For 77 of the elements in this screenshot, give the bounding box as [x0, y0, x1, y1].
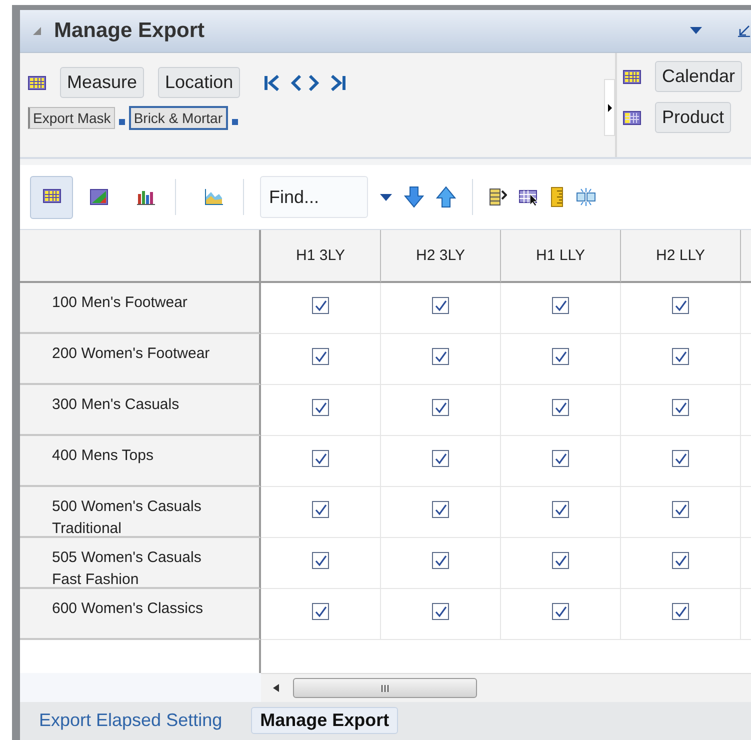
row-header: 300 Men's Casuals — [20, 385, 261, 436]
splitter-handle[interactable] — [604, 79, 615, 136]
row-header: 500 Women's Casuals Traditional — [20, 487, 261, 538]
expand-icon[interactable] — [608, 104, 612, 112]
panel-title: Manage Export — [54, 19, 206, 43]
checkbox[interactable] — [432, 501, 449, 518]
checkbox[interactable] — [552, 297, 569, 314]
checkbox[interactable] — [672, 399, 689, 416]
dimension-tile[interactable]: Location — [158, 67, 240, 98]
columns-icon[interactable] — [489, 187, 507, 207]
scroll-left-icon[interactable] — [273, 684, 279, 692]
checkbox[interactable] — [552, 501, 569, 518]
checkbox[interactable] — [432, 552, 449, 569]
dimension-tile[interactable]: Measure — [60, 67, 144, 98]
checkbox[interactable] — [312, 603, 329, 620]
checkbox[interactable] — [312, 399, 329, 416]
checkbox[interactable] — [672, 450, 689, 467]
checkbox[interactable] — [552, 603, 569, 620]
collapse-icon[interactable] — [32, 26, 42, 36]
bar-chart-icon — [136, 189, 154, 205]
checkbox[interactable] — [552, 552, 569, 569]
checkbox[interactable] — [432, 603, 449, 620]
row-header: 200 Women's Footwear — [20, 334, 261, 385]
grid-icon — [42, 189, 60, 205]
mask-tile[interactable]: Brick & Mortar — [128, 106, 228, 130]
checkbox[interactable] — [312, 552, 329, 569]
handle-icon[interactable] — [232, 119, 238, 125]
arrow-down-icon[interactable] — [404, 186, 424, 208]
tab[interactable]: Export Elapsed Setting — [30, 706, 232, 734]
mask-tile[interactable]: Export Mask — [28, 107, 115, 129]
grid-icon — [28, 76, 46, 90]
checkbox[interactable] — [432, 450, 449, 467]
row-header: 505 Women's Casuals Fast Fashion — [20, 538, 261, 589]
dimension-tile[interactable]: Product — [655, 102, 732, 133]
checkbox[interactable] — [312, 501, 329, 518]
dropdown-icon[interactable] — [690, 27, 702, 35]
column-header: H2 LLY — [621, 230, 741, 283]
checkbox[interactable] — [552, 348, 569, 365]
previous-icon[interactable] — [290, 74, 302, 90]
checkbox[interactable] — [672, 501, 689, 518]
grid-chart-icon — [90, 189, 108, 205]
checkbox[interactable] — [432, 297, 449, 314]
grid-icon — [623, 110, 641, 124]
tab[interactable]: Manage Export — [251, 706, 398, 734]
checkbox[interactable] — [432, 348, 449, 365]
checkbox[interactable] — [312, 450, 329, 467]
grip-icon — [380, 684, 390, 692]
checkbox[interactable] — [432, 399, 449, 416]
handle-icon[interactable] — [118, 119, 125, 125]
row-header: 100 Men's Footwear — [20, 283, 261, 334]
split-cells-icon[interactable] — [575, 187, 597, 207]
find-field[interactable]: Find... — [260, 176, 368, 218]
checkbox[interactable] — [552, 450, 569, 467]
column-header: H1 3LY — [261, 230, 381, 283]
checkbox[interactable] — [672, 603, 689, 620]
grid-icon — [623, 70, 641, 84]
horizontal-scrollbar[interactable] — [261, 673, 751, 702]
checkbox[interactable] — [672, 348, 689, 365]
dimension-tile[interactable]: Calendar — [655, 61, 742, 92]
ruler-icon[interactable] — [551, 187, 563, 207]
next-icon[interactable] — [308, 74, 320, 90]
column-header: H2 3LY — [381, 230, 501, 283]
area-chart-icon — [204, 189, 222, 205]
row-header: 400 Mens Tops — [20, 436, 261, 487]
row-header: 600 Women's Classics — [20, 589, 261, 640]
checkbox[interactable] — [552, 399, 569, 416]
grid-cursor-icon[interactable] — [519, 188, 539, 206]
arrow-up-icon[interactable] — [436, 186, 456, 208]
checkbox[interactable] — [672, 552, 689, 569]
column-header: H1 LLY — [501, 230, 621, 283]
grid-view-button[interactable] — [30, 176, 73, 218]
restore-icon[interactable] — [738, 25, 750, 37]
scrollbar-thumb[interactable] — [293, 678, 477, 698]
checkbox[interactable] — [672, 297, 689, 314]
checkbox[interactable] — [312, 297, 329, 314]
checkbox[interactable] — [312, 348, 329, 365]
dropdown-icon[interactable] — [380, 194, 392, 200]
